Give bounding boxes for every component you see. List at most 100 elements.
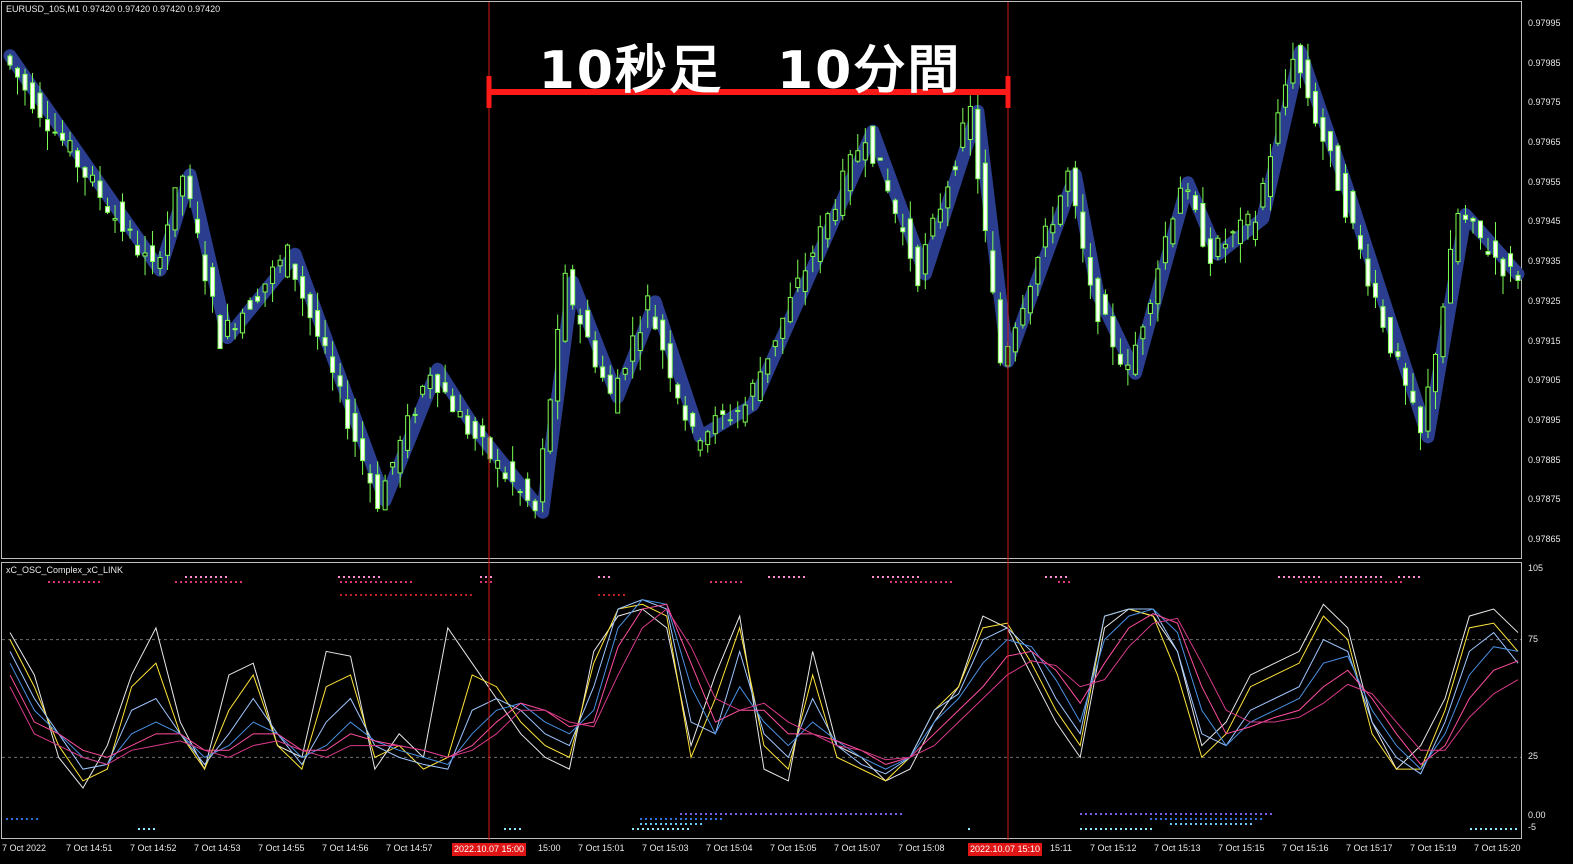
signal-dot bbox=[1360, 581, 1362, 583]
candle-body bbox=[1230, 231, 1236, 234]
candle-body bbox=[465, 415, 471, 435]
signal-dot bbox=[1170, 823, 1172, 825]
candle-body bbox=[607, 374, 613, 394]
signal-dot bbox=[1155, 813, 1157, 815]
candle-body bbox=[1402, 367, 1408, 386]
signal-dot bbox=[887, 576, 889, 578]
candle-body bbox=[1260, 182, 1266, 208]
signal-dot bbox=[1230, 823, 1232, 825]
time-tick-label: 7 Oct 15:04 bbox=[706, 843, 753, 853]
signal-dot bbox=[820, 813, 822, 815]
signal-dot bbox=[380, 581, 382, 583]
signal-dot bbox=[945, 581, 947, 583]
candle-body bbox=[817, 226, 823, 262]
signal-dot bbox=[21, 818, 23, 820]
candle-body bbox=[930, 217, 936, 237]
candle-body bbox=[1395, 351, 1401, 358]
candle-body bbox=[1290, 58, 1296, 84]
signal-dot bbox=[420, 594, 422, 596]
candle-body bbox=[1372, 282, 1378, 298]
time-tick-label: 7 Oct 14:51 bbox=[66, 843, 113, 853]
osc-tick-label: 105 bbox=[1528, 563, 1544, 573]
signal-dot bbox=[1318, 576, 1320, 578]
candle-body bbox=[367, 473, 373, 484]
signal-dot bbox=[88, 581, 90, 583]
signal-dot bbox=[1250, 818, 1252, 820]
signal-dot bbox=[768, 576, 770, 578]
signal-dot bbox=[677, 828, 679, 830]
signal-dot bbox=[1165, 813, 1167, 815]
signal-dot bbox=[345, 581, 347, 583]
signal-dot bbox=[875, 813, 877, 815]
signal-dot bbox=[358, 576, 360, 578]
signal-dot bbox=[790, 813, 792, 815]
candle-body bbox=[427, 374, 433, 390]
candle-body bbox=[1485, 251, 1491, 255]
signal-dot bbox=[700, 823, 702, 825]
signal-dot bbox=[750, 813, 752, 815]
candle-body bbox=[900, 227, 906, 233]
signal-dot bbox=[785, 813, 787, 815]
signal-dot bbox=[725, 581, 727, 583]
signal-dot bbox=[735, 813, 737, 815]
signal-dot bbox=[798, 576, 800, 578]
osc-tick-label: -5 bbox=[1528, 822, 1537, 832]
signal-dot bbox=[1330, 581, 1332, 583]
signal-dot bbox=[710, 818, 712, 820]
candle-body bbox=[645, 295, 651, 311]
candle-body bbox=[1515, 274, 1521, 281]
candle-body bbox=[1440, 306, 1446, 358]
candle-body bbox=[1162, 236, 1168, 264]
time-tick-label: 7 Oct 2022 bbox=[2, 843, 47, 853]
signal-dot bbox=[1395, 581, 1397, 583]
chart-canvas[interactable] bbox=[0, 0, 1573, 864]
signal-dot bbox=[900, 581, 902, 583]
candle-body bbox=[780, 317, 786, 339]
candle-body bbox=[1275, 112, 1281, 144]
signal-dot bbox=[210, 576, 212, 578]
signal-dot bbox=[1220, 823, 1222, 825]
signal-dot bbox=[11, 818, 13, 820]
signal-dot bbox=[1370, 576, 1372, 578]
candle-body bbox=[667, 343, 673, 379]
signal-dot bbox=[877, 576, 879, 578]
signal-dot bbox=[1408, 576, 1410, 578]
candle-body bbox=[1080, 211, 1086, 249]
signal-dot bbox=[1100, 813, 1102, 815]
candle-body bbox=[1207, 238, 1213, 264]
signal-dot bbox=[783, 576, 785, 578]
candle-body bbox=[697, 440, 703, 451]
time-tick-label: 7 Oct 15:01 bbox=[578, 843, 625, 853]
candle-body bbox=[352, 412, 358, 442]
candle-body bbox=[127, 228, 133, 231]
time-cursor-label: 2022.10.07 15:10 bbox=[968, 843, 1043, 856]
osc-tick-label: 75 bbox=[1528, 633, 1539, 644]
time-tick-label: 7 Oct 15:07 bbox=[834, 843, 881, 853]
candle-body bbox=[1417, 406, 1423, 434]
signal-dot bbox=[1135, 828, 1137, 830]
signal-dot bbox=[1055, 576, 1057, 578]
signal-dot bbox=[1418, 576, 1420, 578]
signal-dot bbox=[1205, 823, 1207, 825]
signal-dot bbox=[968, 828, 970, 830]
signal-dot bbox=[745, 813, 747, 815]
candle-body bbox=[345, 399, 351, 429]
signal-dot bbox=[1120, 828, 1122, 830]
candle-body bbox=[322, 337, 328, 347]
signal-dot bbox=[1220, 813, 1222, 815]
candle-body bbox=[480, 425, 486, 438]
candle-body bbox=[172, 187, 178, 231]
candle-body bbox=[1222, 243, 1228, 249]
signal-dot bbox=[870, 813, 872, 815]
time-tick-label: 7 Oct 15:12 bbox=[1090, 843, 1137, 853]
signal-dot bbox=[519, 828, 521, 830]
candle-body bbox=[660, 319, 666, 351]
signal-dot bbox=[935, 581, 937, 583]
candle-body bbox=[1470, 217, 1476, 222]
candle-body bbox=[82, 167, 88, 178]
signal-dot bbox=[1080, 813, 1082, 815]
signal-dot bbox=[730, 581, 732, 583]
signal-dot bbox=[465, 594, 467, 596]
signal-dot bbox=[363, 576, 365, 578]
candle-body bbox=[1342, 173, 1348, 218]
